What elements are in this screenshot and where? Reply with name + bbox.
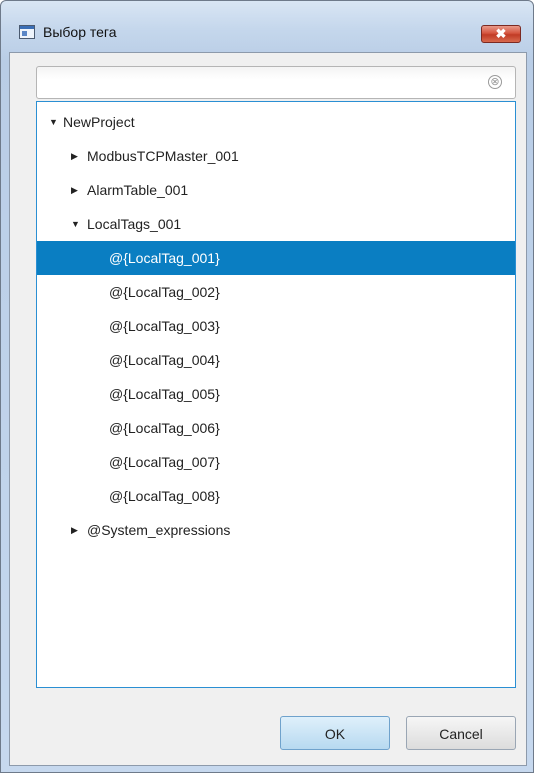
search-input[interactable] [43,71,467,97]
tree-item-system-expressions[interactable]: ▶ @System_expressions [37,513,515,547]
tag-tree[interactable]: ▼ NewProject ▶ ModbusTCPMaster_001 ▶ Ala… [36,101,516,688]
tree-item-label: @{LocalTag_001} [109,250,220,266]
tree-item-label: @{LocalTag_002} [109,284,220,300]
tree-item-label: @System_expressions [87,522,231,538]
tree-item-localtag-002[interactable]: @{LocalTag_002} [37,275,515,309]
expand-arrow-icon[interactable]: ▼ [49,105,59,139]
collapse-arrow-icon[interactable]: ▶ [71,173,81,207]
tree-item-newproject[interactable]: ▼ NewProject [37,105,515,139]
cancel-button[interactable]: Cancel [406,716,516,750]
tree-item-localtag-007[interactable]: @{LocalTag_007} [37,445,515,479]
tree-item-label: @{LocalTag_004} [109,352,220,368]
tree-item-localtag-004[interactable]: @{LocalTag_004} [37,343,515,377]
tree-item-label: ModbusTCPMaster_001 [87,148,239,164]
tree-item-localtag-005[interactable]: @{LocalTag_005} [37,377,515,411]
tree-item-label: @{LocalTag_006} [109,420,220,436]
window-app-icon [19,25,35,39]
expand-arrow-icon[interactable]: ▼ [71,207,81,241]
tree-item-localtag-003[interactable]: @{LocalTag_003} [37,309,515,343]
tree-item-localtags[interactable]: ▼ LocalTags_001 [37,207,515,241]
tree-item-modbustcpmaster[interactable]: ▶ ModbusTCPMaster_001 [37,139,515,173]
tree-item-alarmtable[interactable]: ▶ AlarmTable_001 [37,173,515,207]
collapse-arrow-icon[interactable]: ▶ [71,513,81,547]
tree-item-localtag-008[interactable]: @{LocalTag_008} [37,479,515,513]
tree-item-label: @{LocalTag_007} [109,454,220,470]
tree-item-label: LocalTags_001 [87,216,182,232]
tree-item-localtag-006[interactable]: @{LocalTag_006} [37,411,515,445]
title-bar[interactable]: Выбор тега ✖ [1,1,533,43]
tree-item-label: @{LocalTag_003} [109,318,220,334]
tree-item-label: @{LocalTag_005} [109,386,220,402]
tree-item-label: NewProject [63,114,135,130]
tree-item-localtag-001[interactable]: @{LocalTag_001} [37,241,515,275]
dialog-window: Выбор тега ✖ ⊗ ▼ NewProject ▶ ModbusTCPM… [0,0,534,773]
close-button[interactable]: ✖ [481,25,521,43]
search-box: ⊗ [36,66,516,99]
tree-item-label: @{LocalTag_008} [109,488,220,504]
collapse-arrow-icon[interactable]: ▶ [71,139,81,173]
window-title: Выбор тега [43,24,117,40]
tree-item-label: AlarmTable_001 [87,182,189,198]
ok-button[interactable]: OK [280,716,390,750]
clear-search-icon[interactable]: ⊗ [488,75,502,89]
dialog-content: ⊗ ▼ NewProject ▶ ModbusTCPMaster_001 ▶ A… [9,52,527,766]
